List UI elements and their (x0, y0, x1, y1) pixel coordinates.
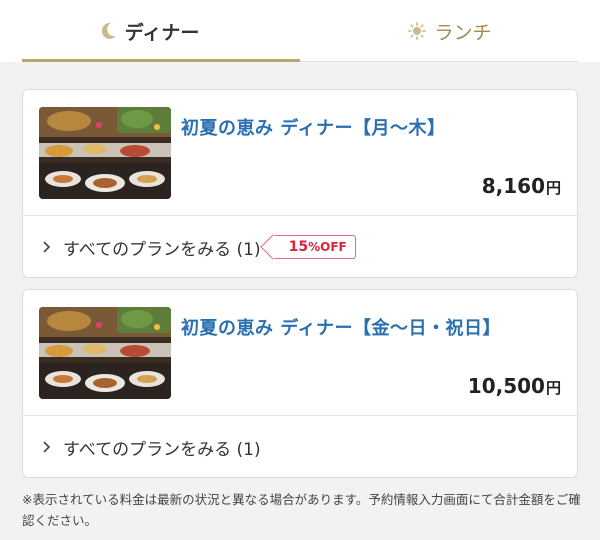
chevron-right-icon (43, 241, 51, 253)
meal-tabs: ディナー ランチ (0, 0, 600, 62)
see-all-plans-label: すべてのプランをみる (1) (63, 439, 261, 460)
see-all-plans-label: すべてのプランをみる (1) (63, 239, 261, 260)
plan-thumbnail (39, 107, 171, 199)
plan-price: 10,500円 (468, 374, 561, 398)
plan-card-header[interactable]: 初夏の恵み ディナー【月〜木】 8,160円 (23, 90, 577, 216)
plan-card: 初夏の恵み ディナー【月〜木】 8,160円 すべてのプランをみる (1) 15… (22, 89, 578, 278)
discount-badge: 15 %OFF (272, 235, 356, 259)
currency-label: 円 (545, 179, 561, 197)
active-tab-indicator (22, 59, 300, 62)
currency-label: 円 (545, 379, 561, 397)
tab-dinner-label: ディナー (124, 21, 200, 44)
see-all-plans-link[interactable]: すべてのプランをみる (1) 15 %OFF (23, 216, 577, 278)
moon-icon (101, 22, 117, 40)
plan-title[interactable]: 初夏の恵み ディナー【月〜木】 (181, 114, 446, 140)
sun-icon (408, 22, 427, 40)
price-value: 8,160 (481, 174, 545, 198)
discount-value: 15 (288, 239, 309, 255)
plan-thumbnail (39, 307, 171, 399)
tabs-divider (300, 61, 578, 62)
plan-card: 初夏の恵み ディナー【金〜日・祝日】 10,500円 すべてのプランをみる (1… (22, 289, 578, 478)
chevron-right-icon (43, 441, 51, 453)
tab-dinner[interactable]: ディナー (0, 0, 300, 62)
plan-price: 8,160円 (482, 174, 561, 198)
price-disclaimer: ※表示されている料金は最新の状況と異なる場合があります。予約情報入力画面にて合計… (22, 492, 581, 528)
tab-lunch-label: ランチ (434, 21, 492, 44)
plan-title[interactable]: 初夏の恵み ディナー【金〜日・祝日】 (181, 314, 501, 340)
discount-unit: %OFF (308, 240, 347, 254)
plan-card-header[interactable]: 初夏の恵み ディナー【金〜日・祝日】 10,500円 (23, 290, 577, 416)
tab-lunch[interactable]: ランチ (300, 0, 600, 62)
price-value: 10,500 (467, 374, 545, 398)
see-all-plans-link[interactable]: すべてのプランをみる (1) (23, 416, 577, 478)
